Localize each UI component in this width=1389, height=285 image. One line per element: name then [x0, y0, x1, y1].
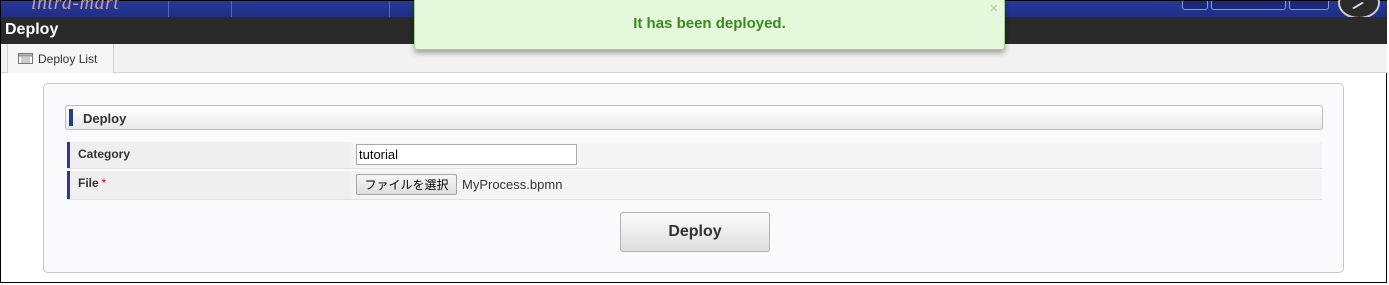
list-icon [18, 53, 33, 67]
category-input[interactable] [356, 144, 577, 165]
nav-divider [168, 1, 169, 17]
nav-divider [231, 1, 232, 17]
page-title: Deploy [5, 21, 59, 38]
nav-user-button[interactable] [1211, 1, 1286, 10]
file-value-cell: ファイルを選択 MyProcess.bpmn [353, 171, 1322, 199]
required-mark: * [101, 176, 107, 190]
file-label-cell: File * [67, 171, 350, 199]
file-label-wrap: File * [78, 176, 106, 190]
section-accent-bar [69, 109, 73, 126]
form-row-file: File * ファイルを選択 MyProcess.bpmn [67, 171, 1322, 200]
form-row-category: Category [67, 142, 1322, 169]
deploy-panel: Deploy Category File* ファイルを選択 MyProcess.… [43, 83, 1344, 273]
selected-file-name: MyProcess.bpmn [462, 177, 563, 192]
nav-settings-button[interactable] [1289, 1, 1329, 10]
tab-label: Deploy List [38, 52, 98, 66]
file-label: File [78, 176, 99, 190]
notification-message: It has been deployed. [633, 15, 786, 32]
section-title: Deploy [83, 111, 127, 126]
category-label: Category [78, 147, 131, 161]
nav-menu-button[interactable] [1182, 1, 1208, 10]
section-header: Deploy [65, 105, 1323, 130]
choose-file-button[interactable]: ファイルを選択 [356, 174, 457, 195]
success-notification: × It has been deployed. [414, 0, 1005, 50]
tab-deploy-list[interactable]: Deploy List [7, 44, 114, 73]
nav-divider [389, 1, 390, 17]
logo: intra-mart [31, 0, 120, 14]
deploy-button[interactable]: Deploy [620, 212, 770, 252]
category-value-cell [353, 142, 1322, 168]
category-label-cell: Category [67, 142, 350, 168]
